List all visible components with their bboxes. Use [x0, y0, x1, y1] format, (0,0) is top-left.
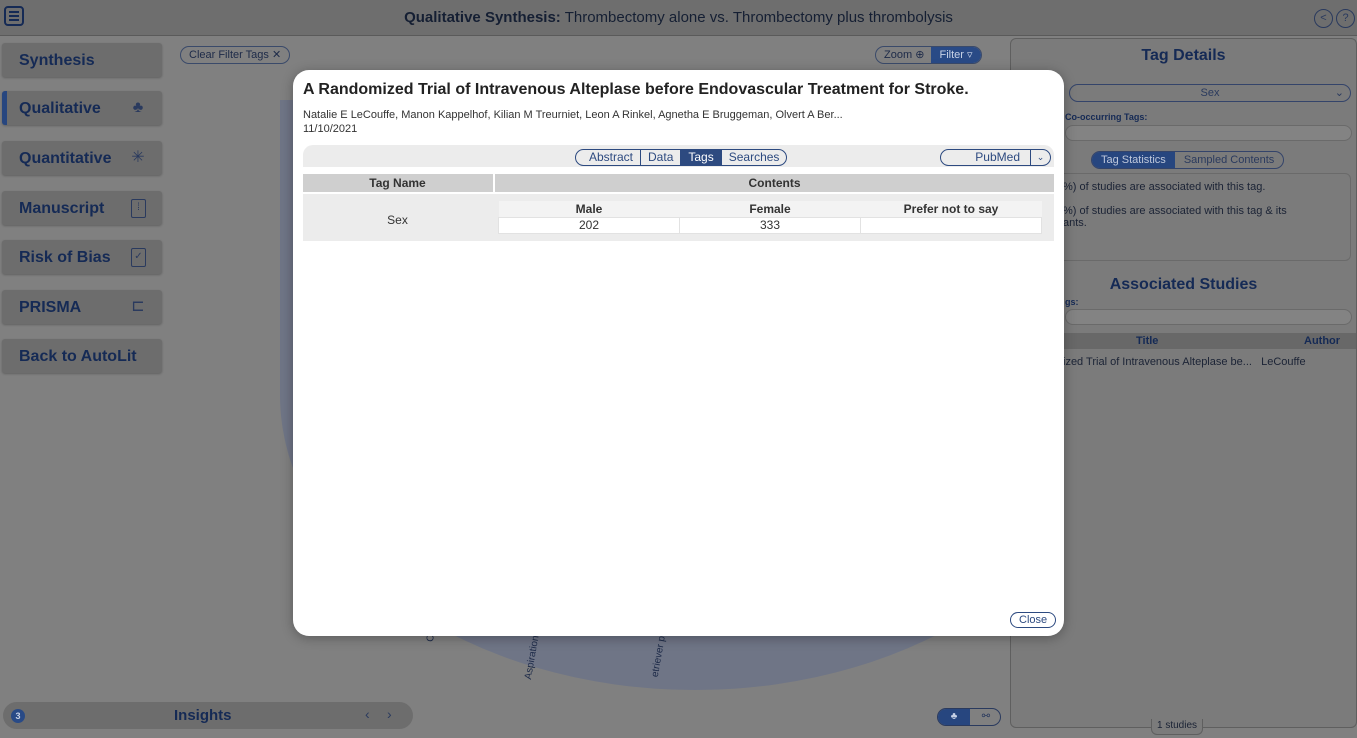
- contents-header-prefer-not-to-say: Prefer not to say: [860, 201, 1042, 217]
- insights-bar: 3 Insights ‹ ›: [3, 702, 413, 729]
- tag-contents-table: Male Female Prefer not to say 202 333: [498, 201, 1042, 234]
- modal-tab-bar: Abstract Data Tags Searches PubMed ⌄: [303, 145, 1054, 167]
- study-date: 11/10/2021: [303, 123, 358, 135]
- column-header-title: Title: [1136, 335, 1159, 347]
- sidebar-item-qualitative[interactable]: Qualitative ♣: [2, 91, 162, 125]
- tab-abstract[interactable]: Abstract: [576, 150, 640, 165]
- chevron-right-icon[interactable]: ›: [387, 706, 392, 722]
- stat-line: ants.: [1063, 217, 1087, 229]
- stat-line: %) of studies are associated with this t…: [1063, 181, 1266, 193]
- close-button[interactable]: Close: [1010, 612, 1057, 628]
- insights-count-badge: 3: [11, 709, 25, 723]
- tags-label: gs:: [1065, 297, 1079, 307]
- stat-line: %) of studies are associated with this t…: [1063, 205, 1287, 217]
- sidebar-item-manuscript[interactable]: Manuscript ⁞: [2, 191, 162, 225]
- insights-label: Insights: [174, 707, 232, 724]
- tab-sampled-contents[interactable]: Sampled Contents: [1175, 152, 1283, 168]
- sidebar-item-back-to-autolit[interactable]: Back to AutoLit: [2, 339, 162, 373]
- zoom-button[interactable]: Zoom: [884, 49, 912, 61]
- tab-searches[interactable]: Searches: [720, 150, 787, 165]
- flowchart-icon: ⊏: [131, 298, 145, 315]
- contents-value-prefer-not-to-say: [860, 216, 1042, 234]
- sidebar-item-quantitative[interactable]: Quantitative ✳: [2, 141, 162, 175]
- qualitative-icon: ♣: [132, 99, 144, 116]
- studies-count: 1 studies: [1151, 719, 1204, 735]
- quantitative-icon: ✳: [131, 149, 145, 166]
- column-header-author: Author: [1304, 335, 1341, 347]
- share-icon[interactable]: <: [1314, 9, 1333, 28]
- tags-filter-input[interactable]: [1065, 309, 1352, 325]
- sidebar-item-synthesis[interactable]: Synthesis: [2, 43, 162, 77]
- study-detail-modal: A Randomized Trial of Intravenous Altepl…: [293, 70, 1064, 636]
- chevron-down-icon: ⌄: [1334, 87, 1344, 99]
- page-title: Qualitative Synthesis: Thrombectomy alon…: [404, 9, 953, 26]
- zoom-filter-control: Zoom ⊕ Filter ▿: [875, 46, 982, 64]
- sidebar-item-risk-of-bias[interactable]: Risk of Bias ✓: [2, 240, 162, 274]
- tag-name: Sex: [387, 213, 408, 227]
- tag-details-heading: Tag Details: [1141, 47, 1226, 64]
- table-row[interactable]: ized Trial of Intravenous Alteplase be..…: [1063, 356, 1306, 368]
- view-tabs: Abstract Data Tags Searches: [575, 149, 788, 166]
- close-icon: ✕: [271, 49, 282, 61]
- tags-table-header: Tag Name Contents: [303, 174, 1054, 192]
- contents-value-female: 333: [679, 216, 861, 234]
- chevron-down-icon[interactable]: ⌄: [1030, 150, 1050, 165]
- contents-header-male: Male: [498, 201, 680, 217]
- sidebar-item-prisma[interactable]: PRISMA ⊏: [2, 290, 162, 324]
- filter-icon: ▿: [966, 49, 973, 61]
- chevron-left-icon[interactable]: ‹: [365, 706, 370, 722]
- study-title: A Randomized Trial of Intravenous Altepl…: [303, 81, 969, 98]
- contents-value-male: 202: [498, 216, 680, 234]
- column-header-tag-name: Tag Name: [369, 176, 426, 190]
- column-header-contents: Contents: [748, 176, 801, 190]
- contents-header-female: Female: [679, 201, 861, 217]
- cooccurring-tags-label: Co-occurring Tags:: [1065, 112, 1148, 122]
- view-toggle: ♣ ⚯: [937, 708, 1001, 726]
- filter-button[interactable]: Filter ▿: [931, 47, 981, 63]
- study-authors: Natalie E LeCouffe, Manon Kappelhof, Kil…: [303, 109, 843, 121]
- tab-tag-statistics[interactable]: Tag Statistics: [1092, 152, 1175, 168]
- document-icon: ⁞: [131, 199, 146, 218]
- help-icon[interactable]: ?: [1336, 9, 1355, 28]
- tab-tags[interactable]: Tags: [680, 150, 721, 165]
- sunburst-view-icon[interactable]: ♣: [938, 709, 970, 725]
- tag-select[interactable]: Sex ⌄: [1069, 84, 1351, 102]
- table-row: Sex Male Female Prefer not to say 202 33…: [303, 194, 1054, 241]
- top-bar: Qualitative Synthesis: Thrombectomy alon…: [0, 0, 1357, 36]
- source-select[interactable]: PubMed ⌄: [940, 149, 1051, 166]
- network-view-icon[interactable]: ⚯: [970, 709, 1000, 725]
- stats-toggle: Tag Statistics Sampled Contents: [1091, 151, 1285, 169]
- clear-filter-tags-button[interactable]: Clear Filter Tags ✕: [180, 46, 291, 64]
- studies-table-header: Title Author: [1051, 333, 1356, 349]
- zoom-icon: ⊕: [915, 49, 925, 61]
- cooccurring-tags-input[interactable]: [1065, 125, 1352, 141]
- tab-data[interactable]: Data: [640, 150, 680, 165]
- clipboard-icon: ✓: [131, 248, 146, 267]
